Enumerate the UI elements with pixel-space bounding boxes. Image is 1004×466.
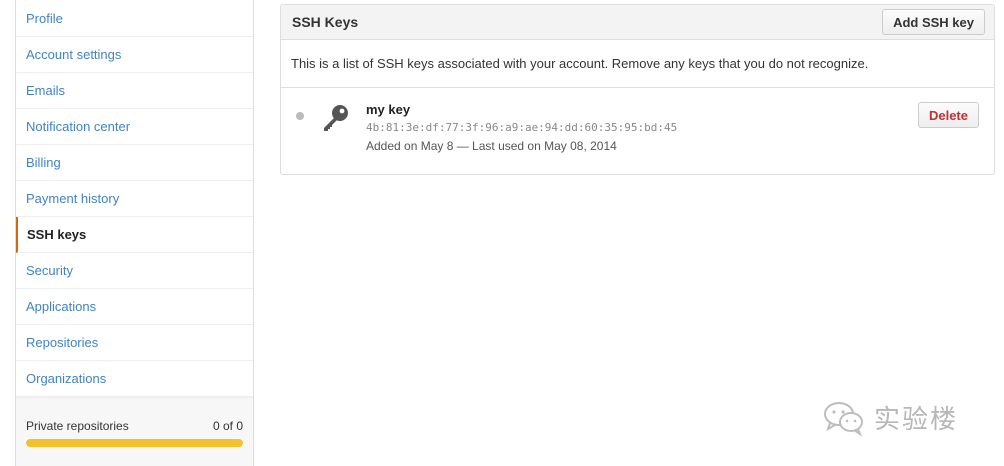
private-repositories-usage: Private repositories 0 of 0 <box>16 397 253 466</box>
sidebar-item-organizations[interactable]: Organizations <box>16 361 253 397</box>
wechat-icon <box>824 402 863 437</box>
watermark: 实验楼 <box>820 397 958 437</box>
watermark-text: 实验楼 <box>874 403 959 434</box>
ssh-key-details: my key 4b:81:3e:df:77:3f:96:a9:ae:94:dd:… <box>366 102 677 154</box>
private-repositories-label: Private repositories <box>26 419 129 433</box>
ssh-keys-header: SSH Keys Add SSH key <box>281 5 994 40</box>
sidebar-item-applications[interactable]: Applications <box>16 289 253 325</box>
ssh-key-fingerprint: 4b:81:3e:df:77:3f:96:a9:ae:94:dd:60:35:9… <box>366 121 678 134</box>
sidebar-item-profile[interactable]: Profile <box>16 0 253 37</box>
delete-key-button[interactable]: Delete <box>917 102 979 128</box>
ssh-keys-panel: SSH Keys Add SSH key This is a list of S… <box>280 4 995 175</box>
sidebar-item-repositories[interactable]: Repositories <box>16 325 253 361</box>
private-repositories-row: Private repositories 0 of 0 <box>26 419 243 433</box>
sidebar-item-security[interactable]: Security <box>16 253 253 289</box>
add-ssh-key-button[interactable]: Add SSH key <box>882 9 985 35</box>
ssh-key-row: my key 4b:81:3e:df:77:3f:96:a9:ae:94:dd:… <box>281 88 994 174</box>
key-icon <box>324 105 348 131</box>
sidebar-item-ssh-keys[interactable]: SSH keys <box>16 217 253 253</box>
sidebar-item-account-settings[interactable]: Account settings <box>16 37 253 73</box>
private-repositories-count: 0 of 0 <box>212 419 243 433</box>
settings-nav: Profile Account settings Emails Notifica… <box>16 0 253 397</box>
settings-sidebar: Profile Account settings Emails Notifica… <box>15 0 254 466</box>
ssh-key-meta: Added on May 8 — Last used on May 08, 20… <box>366 139 617 153</box>
sidebar-item-emails[interactable]: Emails <box>16 73 253 109</box>
ssh-keys-description: This is a list of SSH keys associated wi… <box>281 40 994 88</box>
sidebar-item-notification-center[interactable]: Notification center <box>16 109 253 145</box>
private-repositories-progress-bar <box>26 439 243 447</box>
status-dot-icon <box>296 112 304 120</box>
sidebar-item-billing[interactable]: Billing <box>16 145 253 181</box>
sidebar-item-payment-history[interactable]: Payment history <box>16 181 253 217</box>
private-repositories-progress-fill <box>26 439 243 447</box>
page-title: SSH Keys <box>292 14 359 30</box>
ssh-key-title: my key <box>366 102 411 117</box>
